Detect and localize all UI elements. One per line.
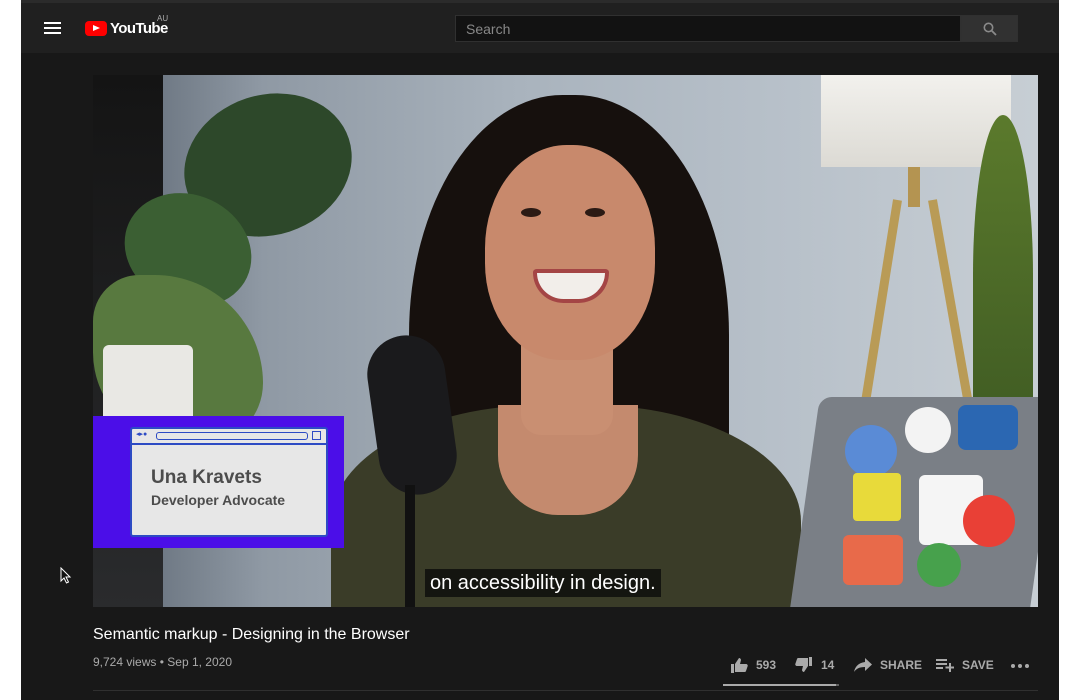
search-input[interactable] <box>455 15 961 42</box>
sentiment-bar <box>723 684 839 686</box>
video-scene-presenter-face <box>485 145 655 360</box>
view-count: 9,724 views <box>93 655 157 669</box>
upload-date: Sep 1, 2020 <box>167 655 232 669</box>
thumbs-down-icon <box>795 657 812 672</box>
video-caption: on accessibility in design. <box>425 569 661 597</box>
laptop-sticker <box>917 543 961 587</box>
save-label: SAVE <box>962 658 994 672</box>
video-title: Semantic markup - Designing in the Brows… <box>93 626 410 643</box>
dislike-count: 14 <box>821 658 835 672</box>
playlist-add-icon <box>936 659 954 672</box>
browser-nav-arrows: ◂▸● <box>136 431 148 438</box>
share-button[interactable]: SHARE <box>854 655 922 675</box>
video-scene-plant-right <box>973 115 1033 435</box>
meta-separator: • <box>159 655 164 669</box>
speaker-role: Developer Advocate <box>151 492 286 508</box>
info-divider <box>93 690 1038 691</box>
speaker-name: Una Kravets <box>151 467 262 488</box>
video-meta: 9,724 views • Sep 1, 2020 <box>93 655 232 669</box>
browser-close-box <box>312 431 321 440</box>
mouse-pointer-icon <box>60 567 72 584</box>
video-scene-lamp-neck <box>908 167 920 207</box>
laptop-sticker <box>845 425 897 477</box>
more-icon[interactable] <box>1010 655 1032 675</box>
video-scene-mic-stand <box>405 485 415 607</box>
laptop-sticker <box>958 405 1018 450</box>
share-label: SHARE <box>880 658 923 672</box>
like-count: 593 <box>756 658 777 672</box>
lower-third: ◂▸● Una Kravets Developer Advocate <box>93 416 344 548</box>
video-scene-eye <box>585 208 605 217</box>
thumbs-up-icon <box>731 658 748 673</box>
youtube-app: YouTube AU Search ◂▸● Una Kravets Develo… <box>21 0 1059 700</box>
save-button[interactable]: SAVE <box>936 655 994 675</box>
country-code: AU <box>157 14 169 23</box>
browser-window-bar: ◂▸● <box>132 429 326 445</box>
video-player[interactable]: ◂▸● Una Kravets Developer Advocate on ac… <box>93 75 1038 607</box>
search-button[interactable] <box>961 15 1018 42</box>
masthead: YouTube AU <box>21 3 1059 53</box>
laptop-sticker <box>843 535 903 585</box>
browser-url-bar <box>156 432 308 440</box>
video-scene-eye <box>521 208 541 217</box>
laptop-sticker <box>905 407 951 453</box>
share-icon <box>854 658 872 672</box>
laptop-sticker <box>963 495 1015 547</box>
sentiment-bar-fill <box>723 684 837 686</box>
dislike-button[interactable]: 14 <box>795 655 834 675</box>
laptop-sticker <box>853 473 901 521</box>
youtube-logo[interactable]: YouTube AU <box>85 14 169 39</box>
youtube-logo-icon <box>85 20 107 36</box>
search-icon <box>983 22 997 36</box>
browser-window-graphic: ◂▸● Una Kravets Developer Advocate <box>130 427 328 537</box>
like-button[interactable]: 593 <box>730 655 776 675</box>
menu-icon[interactable] <box>43 18 63 38</box>
